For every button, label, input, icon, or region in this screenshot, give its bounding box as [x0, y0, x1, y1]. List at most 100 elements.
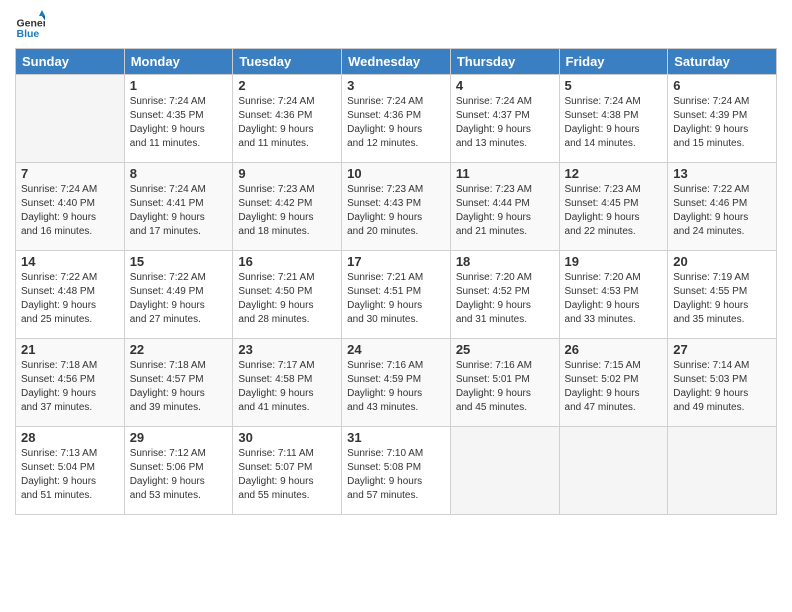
cell-info: Sunrise: 7:24 AMSunset: 4:38 PMDaylight:… — [565, 95, 663, 151]
cell-info: Sunrise: 7:17 AMSunset: 4:58 PMDaylight:… — [238, 359, 336, 415]
logo-icon: General Blue — [15, 10, 45, 40]
calendar-cell: 16 Sunrise: 7:21 AMSunset: 4:50 PMDayligh… — [233, 251, 342, 339]
calendar-cell: 8Sunrise: 7:24 AMSunset: 4:41 PMDaylight… — [124, 163, 233, 251]
weekday-wednesday: Wednesday — [342, 49, 451, 75]
day-number: 25 — [456, 342, 554, 357]
cell-info: Sunrise: 7:21 AMSunset: 4:50 PMDaylight:… — [238, 271, 336, 327]
cell-info: Sunrise: 7:22 AMSunset: 4:48 PMDaylight:… — [21, 271, 119, 327]
cell-info: Sunrise: 7:20 AMSunset: 4:53 PMDaylight:… — [565, 271, 663, 327]
calendar-cell: 27Sunrise: 7:14 AMSunset: 5:03 PMDayligh… — [668, 339, 777, 427]
calendar-cell: 24Sunrise: 7:16 AMSunset: 4:59 PMDayligh… — [342, 339, 451, 427]
day-number: 31 — [347, 430, 445, 445]
calendar-cell: 10 Sunrise: 7:23 AMSunset: 4:43 PMDayligh… — [342, 163, 451, 251]
cell-info: Sunrise: 7:24 AMSunset: 4:35 PMDaylight:… — [130, 95, 228, 151]
day-number: 13 — [673, 166, 771, 181]
cell-info: Sunrise: 7:23 AMSunset: 4:44 PMDaylight:… — [456, 183, 554, 239]
day-number: 2 — [238, 78, 336, 93]
day-number: 12 — [565, 166, 663, 181]
calendar-cell: 17 Sunrise: 7:21 AMSunset: 4:51 PMDayligh… — [342, 251, 451, 339]
calendar-cell: 5 Sunrise: 7:24 AMSunset: 4:38 PMDaylight… — [559, 75, 668, 163]
calendar-cell: 21Sunrise: 7:18 AMSunset: 4:56 PMDayligh… — [16, 339, 125, 427]
day-number: 5 — [565, 78, 663, 93]
cell-info: Sunrise: 7:23 AMSunset: 4:42 PMDaylight:… — [238, 183, 336, 239]
weekday-tuesday: Tuesday — [233, 49, 342, 75]
day-number: 22 — [130, 342, 228, 357]
calendar-cell: 15Sunrise: 7:22 AMSunset: 4:49 PMDayligh… — [124, 251, 233, 339]
calendar-cell: 12 Sunrise: 7:23 AMSunset: 4:45 PMDayligh… — [559, 163, 668, 251]
calendar-cell: 31 Sunrise: 7:10 AMSunset: 5:08 PMDayligh… — [342, 427, 451, 515]
calendar-cell: 26 Sunrise: 7:15 AMSunset: 5:02 PMDayligh… — [559, 339, 668, 427]
cell-info: Sunrise: 7:15 AMSunset: 5:02 PMDaylight:… — [565, 359, 663, 415]
calendar-cell: 1 Sunrise: 7:24 AMSunset: 4:35 PMDaylight… — [124, 75, 233, 163]
calendar-cell: 7 Sunrise: 7:24 AMSunset: 4:40 PMDaylight… — [16, 163, 125, 251]
cell-info: Sunrise: 7:23 AMSunset: 4:43 PMDaylight:… — [347, 183, 445, 239]
logo: General Blue — [15, 10, 49, 40]
cell-info: Sunrise: 7:19 AMSunset: 4:55 PMDaylight:… — [673, 271, 771, 327]
day-number: 1 — [130, 78, 228, 93]
cell-info: Sunrise: 7:22 AMSunset: 4:46 PMDaylight:… — [673, 183, 771, 239]
calendar-week-4: 21Sunrise: 7:18 AMSunset: 4:56 PMDayligh… — [16, 339, 777, 427]
calendar-week-3: 14Sunrise: 7:22 AMSunset: 4:48 PMDayligh… — [16, 251, 777, 339]
cell-info: Sunrise: 7:18 AMSunset: 4:56 PMDaylight:… — [21, 359, 119, 415]
weekday-friday: Friday — [559, 49, 668, 75]
calendar-cell — [450, 427, 559, 515]
cell-info: Sunrise: 7:20 AMSunset: 4:52 PMDaylight:… — [456, 271, 554, 327]
calendar-cell: 2 Sunrise: 7:24 AMSunset: 4:36 PMDaylight… — [233, 75, 342, 163]
day-number: 9 — [238, 166, 336, 181]
day-number: 18 — [456, 254, 554, 269]
calendar-table: SundayMondayTuesdayWednesdayThursdayFrid… — [15, 48, 777, 515]
cell-info: Sunrise: 7:24 AMSunset: 4:36 PMDaylight:… — [347, 95, 445, 151]
svg-text:Blue: Blue — [17, 28, 40, 40]
weekday-sunday: Sunday — [16, 49, 125, 75]
calendar-cell — [16, 75, 125, 163]
calendar-cell: 20 Sunrise: 7:19 AMSunset: 4:55 PMDayligh… — [668, 251, 777, 339]
day-number: 23 — [238, 342, 336, 357]
header: General Blue — [15, 10, 777, 40]
cell-info: Sunrise: 7:22 AMSunset: 4:49 PMDaylight:… — [130, 271, 228, 327]
day-number: 11 — [456, 166, 554, 181]
calendar-week-2: 7 Sunrise: 7:24 AMSunset: 4:40 PMDaylight… — [16, 163, 777, 251]
calendar-week-5: 28 Sunrise: 7:13 AMSunset: 5:04 PMDayligh… — [16, 427, 777, 515]
calendar-cell: 19 Sunrise: 7:20 AMSunset: 4:53 PMDayligh… — [559, 251, 668, 339]
cell-info: Sunrise: 7:24 AMSunset: 4:39 PMDaylight:… — [673, 95, 771, 151]
calendar-cell — [559, 427, 668, 515]
cell-info: Sunrise: 7:12 AMSunset: 5:06 PMDaylight:… — [130, 447, 228, 503]
cell-info: Sunrise: 7:23 AMSunset: 4:45 PMDaylight:… — [565, 183, 663, 239]
weekday-monday: Monday — [124, 49, 233, 75]
day-number: 16 — [238, 254, 336, 269]
weekday-thursday: Thursday — [450, 49, 559, 75]
calendar-cell: 29 Sunrise: 7:12 AMSunset: 5:06 PMDayligh… — [124, 427, 233, 515]
day-number: 17 — [347, 254, 445, 269]
calendar-cell: 14Sunrise: 7:22 AMSunset: 4:48 PMDayligh… — [16, 251, 125, 339]
cell-info: Sunrise: 7:16 AMSunset: 5:01 PMDaylight:… — [456, 359, 554, 415]
cell-info: Sunrise: 7:24 AMSunset: 4:36 PMDaylight:… — [238, 95, 336, 151]
calendar-cell: 18 Sunrise: 7:20 AMSunset: 4:52 PMDayligh… — [450, 251, 559, 339]
day-number: 27 — [673, 342, 771, 357]
calendar-cell: 3Sunrise: 7:24 AMSunset: 4:36 PMDaylight… — [342, 75, 451, 163]
day-number: 28 — [21, 430, 119, 445]
calendar-cell: 25 Sunrise: 7:16 AMSunset: 5:01 PMDayligh… — [450, 339, 559, 427]
weekday-saturday: Saturday — [668, 49, 777, 75]
day-number: 4 — [456, 78, 554, 93]
calendar-cell: 30Sunrise: 7:11 AMSunset: 5:07 PMDayligh… — [233, 427, 342, 515]
day-number: 7 — [21, 166, 119, 181]
calendar-cell — [668, 427, 777, 515]
page: General Blue SundayMondayTuesdayWednesda… — [0, 0, 792, 612]
day-number: 19 — [565, 254, 663, 269]
day-number: 10 — [347, 166, 445, 181]
cell-info: Sunrise: 7:13 AMSunset: 5:04 PMDaylight:… — [21, 447, 119, 503]
calendar-cell: 22Sunrise: 7:18 AMSunset: 4:57 PMDayligh… — [124, 339, 233, 427]
calendar-cell: 11 Sunrise: 7:23 AMSunset: 4:44 PMDayligh… — [450, 163, 559, 251]
cell-info: Sunrise: 7:10 AMSunset: 5:08 PMDaylight:… — [347, 447, 445, 503]
calendar-cell: 4Sunrise: 7:24 AMSunset: 4:37 PMDaylight… — [450, 75, 559, 163]
day-number: 6 — [673, 78, 771, 93]
cell-info: Sunrise: 7:11 AMSunset: 5:07 PMDaylight:… — [238, 447, 336, 503]
cell-info: Sunrise: 7:21 AMSunset: 4:51 PMDaylight:… — [347, 271, 445, 327]
day-number: 8 — [130, 166, 228, 181]
cell-info: Sunrise: 7:16 AMSunset: 4:59 PMDaylight:… — [347, 359, 445, 415]
day-number: 26 — [565, 342, 663, 357]
weekday-header-row: SundayMondayTuesdayWednesdayThursdayFrid… — [16, 49, 777, 75]
day-number: 29 — [130, 430, 228, 445]
cell-info: Sunrise: 7:24 AMSunset: 4:40 PMDaylight:… — [21, 183, 119, 239]
day-number: 20 — [673, 254, 771, 269]
